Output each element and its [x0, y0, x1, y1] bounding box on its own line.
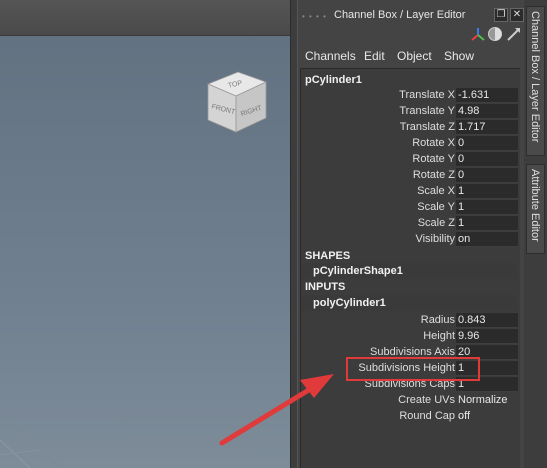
menu-edit[interactable]: Edit [364, 49, 385, 63]
attr-label[interactable]: Height [305, 330, 455, 342]
attr-label[interactable]: Scale Z [305, 217, 455, 229]
attr-label[interactable]: Scale Y [305, 201, 455, 213]
attr-label[interactable]: Rotate Y [305, 153, 455, 165]
attr-value[interactable]: 0.843 [456, 313, 518, 328]
attr-value[interactable]: 1 [456, 200, 518, 215]
tab-attribute-editor-label: Attribute Editor [529, 169, 541, 242]
shape-node-name: pCylinderShape1 [313, 265, 403, 277]
input-node-name: polyCylinder1 [313, 297, 386, 309]
shape-node-row[interactable]: pCylinderShape1 [301, 263, 517, 279]
panel-title-bar[interactable]: • • • • Channel Box / Layer Editor ❐ ✕ [298, 4, 524, 24]
attr-value[interactable]: 0 [456, 168, 518, 183]
input-node-row[interactable]: polyCylinder1 [301, 295, 517, 311]
attr-label[interactable]: Radius [305, 314, 455, 326]
attr-value[interactable]: on [456, 232, 518, 247]
node-name[interactable]: pCylinder1 [305, 74, 362, 86]
tab-channel-box-label: Channel Box / Layer Editor [529, 11, 541, 143]
hyper-icon[interactable] [506, 26, 522, 42]
tab-attribute-editor[interactable]: Attribute Editor [526, 164, 545, 254]
attr-value[interactable]: 9.96 [456, 329, 518, 344]
side-tab-strip: Channel Box / Layer Editor Attribute Edi… [524, 0, 547, 468]
channel-list: pCylinder1 Translate X -1.631 Translate … [300, 68, 520, 468]
menu-object[interactable]: Object [397, 49, 432, 63]
attr-value[interactable]: -1.631 [456, 88, 518, 103]
panel-title: Channel Box / Layer Editor [334, 9, 466, 21]
channel-box-panel: • • • • Channel Box / Layer Editor ❐ ✕ C… [298, 0, 524, 468]
attr-value[interactable]: 0 [456, 152, 518, 167]
manipulator-icon[interactable] [470, 27, 486, 43]
attr-label[interactable]: Create UVs [305, 394, 455, 406]
menu-channels[interactable]: Channels [305, 49, 356, 63]
attr-value[interactable]: 0 [456, 136, 518, 151]
attr-label[interactable]: Scale X [305, 185, 455, 197]
view-cube[interactable]: TOP FRONT RIGHT [202, 66, 272, 136]
menu-show[interactable]: Show [444, 49, 474, 63]
attr-value[interactable]: 4.98 [456, 104, 518, 119]
shapes-header: SHAPES [305, 250, 351, 262]
attr-label[interactable]: Round Cap [305, 410, 455, 422]
attr-label[interactable]: Rotate X [305, 137, 455, 149]
attr-value[interactable]: off [456, 409, 518, 424]
float-window-button[interactable]: ❐ [494, 8, 508, 22]
attr-label[interactable]: Visibility [305, 233, 455, 245]
panel-splitter[interactable] [290, 0, 298, 468]
attr-value[interactable]: 1 [456, 184, 518, 199]
attr-value[interactable]: Normalize ... [456, 393, 518, 421]
attr-value[interactable]: 1 [456, 216, 518, 231]
speed-icon[interactable] [487, 26, 503, 42]
attr-label[interactable]: Translate Z [305, 121, 455, 133]
attr-label[interactable]: Rotate Z [305, 169, 455, 181]
inputs-header: INPUTS [305, 281, 346, 293]
attr-label[interactable]: Translate Y [305, 105, 455, 117]
tab-channel-box[interactable]: Channel Box / Layer Editor [526, 6, 545, 156]
close-button[interactable]: ✕ [510, 8, 524, 22]
3d-viewport[interactable]: TOP FRONT RIGHT [0, 0, 290, 468]
drag-grip-icon[interactable]: • • • • [302, 12, 327, 21]
attr-label[interactable]: Translate X [305, 89, 455, 101]
attr-value[interactable]: 1.717 [456, 120, 518, 135]
highlight-box [346, 357, 480, 381]
menu-bar: Channels Edit Object Show [298, 46, 524, 66]
